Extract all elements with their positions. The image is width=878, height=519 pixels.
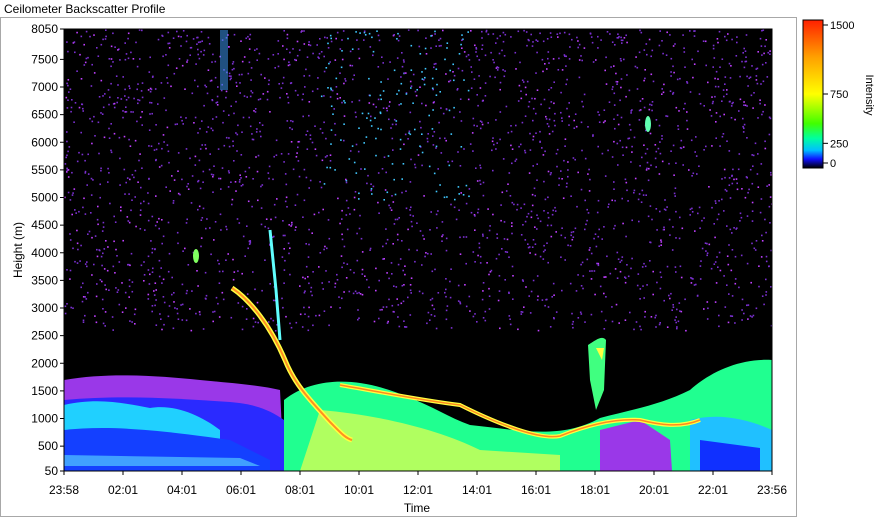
y-tick-label: 5500	[31, 163, 58, 177]
x-axis-label: Time	[404, 501, 431, 515]
colorbar-tick-label: 750	[830, 89, 848, 101]
y-tick-label: 1500	[31, 384, 58, 398]
y-axis-label: Height (m)	[11, 222, 25, 278]
x-tick-label: 06:01	[226, 483, 256, 497]
x-axis: 23:58 02:01 04:01 06:01 08:01 10:01 12:01 14:01…	[49, 471, 787, 497]
y-tick-label: 5000	[31, 191, 58, 205]
x-tick-label: 23:58	[49, 483, 79, 497]
colorbar-tick-label: 250	[830, 138, 848, 150]
y-tick-label: 2500	[31, 329, 58, 343]
y-tick-label: 6500	[31, 108, 58, 122]
y-tick-label: 1000	[31, 412, 58, 426]
y-tick-label: 7500	[31, 52, 58, 66]
y-tick-label: 6000	[31, 135, 58, 149]
y-tick-label: 2000	[31, 356, 58, 370]
y-tick-label: 500	[38, 439, 58, 453]
x-tick-label: 18:01	[580, 483, 610, 497]
y-tick-label: 4500	[31, 218, 58, 232]
x-tick-label: 02:01	[108, 483, 138, 497]
colorbar-tick-label: 0	[830, 158, 836, 170]
y-tick-label: 7000	[31, 80, 58, 94]
x-tick-label: 20:01	[639, 483, 669, 497]
y-tick-label: 3000	[31, 301, 58, 315]
boundary-layer-morning	[64, 375, 284, 471]
y-axis: 50 500 1000 1500 2000 2500 3000 3500 4000 4500 500…	[31, 22, 64, 478]
colorbar-ticks: 1500 750 250 0	[823, 20, 854, 170]
colorbar-tick-label: 1500	[830, 20, 854, 32]
x-tick-label: 04:01	[167, 483, 197, 497]
x-tick-label: 23:56	[757, 483, 787, 497]
x-tick-label: 12:01	[403, 483, 433, 497]
x-tick-label: 08:01	[285, 483, 315, 497]
x-tick-label: 22:01	[698, 483, 728, 497]
colorbar: 1500 750 250 0 Intensity	[802, 19, 875, 170]
colorbar-label: Intensity	[863, 75, 875, 116]
y-tick-label: 50	[45, 464, 59, 478]
y-tick-label: 3500	[31, 273, 58, 287]
ceilometer-chart: 5050010001500200025003000350040004500500…	[11, 19, 875, 515]
x-tick-label: 14:01	[462, 483, 492, 497]
x-tick-label: 16:01	[521, 483, 551, 497]
y-tick-label: 4000	[31, 246, 58, 260]
x-tick-label: 10:01	[344, 483, 374, 497]
y-tick-label: 8050	[31, 22, 58, 36]
